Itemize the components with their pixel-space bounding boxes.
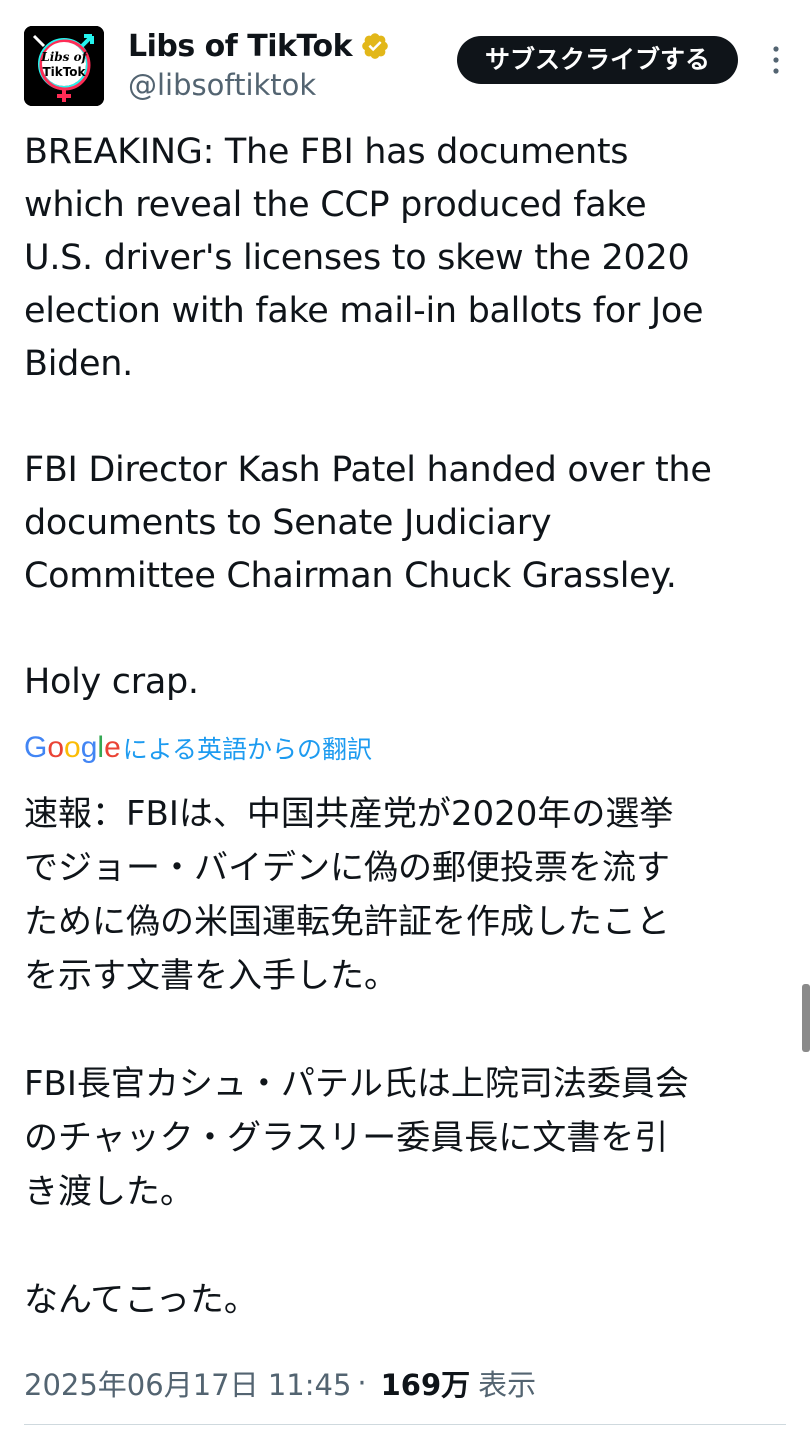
- avatar-text-line2: TikTok: [42, 65, 86, 79]
- display-name-row: Libs of TikTok: [128, 26, 390, 66]
- tweet-meta: 2025年06月17日 11:45 · 169万 表示: [24, 1362, 536, 1404]
- views-count: 169万: [380, 1368, 471, 1402]
- subscribe-button[interactable]: サブスクライブする: [456, 36, 738, 84]
- more-options-icon[interactable]: [766, 40, 786, 80]
- avatar-logo-icon: Libs of TikTok: [24, 26, 104, 106]
- avatar-text-line1: Libs of: [40, 50, 88, 64]
- translation-attribution[interactable]: Google による英語からの翻訳: [24, 726, 372, 770]
- verified-badge-icon[interactable]: [360, 31, 390, 61]
- google-logo: Google: [24, 731, 121, 764]
- translation-label[interactable]: による英語からの翻訳: [123, 730, 372, 766]
- views-label: 表示: [478, 1368, 537, 1402]
- divider: [24, 1424, 786, 1425]
- handle[interactable]: @libsoftiktok: [128, 68, 316, 102]
- avatar[interactable]: Libs of TikTok: [24, 26, 104, 106]
- tweet-text: BREAKING: The FBI has documents which re…: [24, 132, 712, 702]
- translated-text: 速報：FBIは、中国共産党が2020年の選挙 でジョー・バイデンに偽の郵便投票を…: [24, 794, 689, 1320]
- display-name[interactable]: Libs of TikTok: [128, 29, 353, 64]
- meta-separator: ·: [357, 1366, 367, 1400]
- scrollbar-thumb[interactable]: [802, 984, 810, 1052]
- timestamp[interactable]: 2025年06月17日 11:45: [24, 1362, 351, 1404]
- tweet-header: Libs of TikTok Libs of TikTok @libsoftik…: [24, 26, 786, 108]
